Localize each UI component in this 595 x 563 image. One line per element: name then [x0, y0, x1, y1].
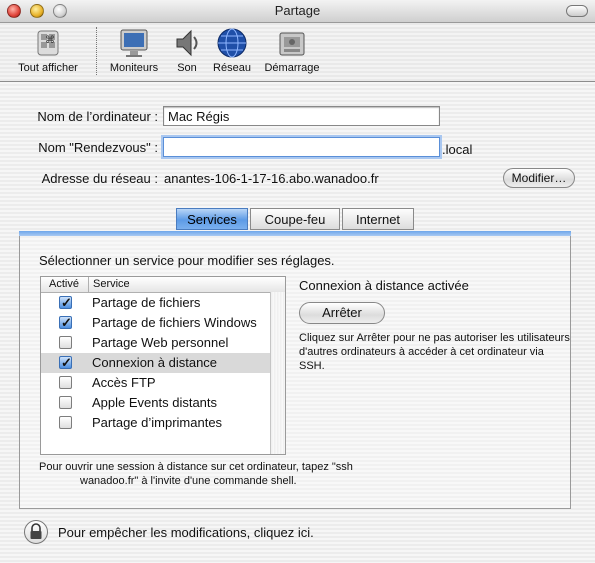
ssh-instructions-line1: Pour ouvrir une session à distance sur c…	[39, 461, 353, 473]
table-row[interactable]: Apple Events distants	[41, 393, 270, 413]
toolbar-toggle-button[interactable]	[566, 5, 588, 17]
service-name: Partage d’imprimantes	[92, 415, 223, 430]
window-title: Partage	[274, 3, 321, 18]
network-globe-icon	[216, 27, 248, 59]
toolbar: ⌘ Tout afficher Moniteurs Son Réseau Dém…	[0, 23, 595, 82]
toolbar-label: Tout afficher	[18, 62, 78, 74]
column-divider	[88, 277, 89, 292]
modify-button[interactable]: Modifier…	[503, 168, 575, 188]
toolbar-monitors[interactable]: Moniteurs	[104, 23, 164, 74]
service-status: Connexion à distance activée	[299, 278, 469, 293]
table-row[interactable]: Partage de fichiers	[41, 293, 270, 313]
table-scrollbar[interactable]	[270, 292, 285, 454]
service-checkbox[interactable]	[59, 336, 72, 349]
tab-firewall[interactable]: Coupe-feu	[250, 208, 340, 230]
speaker-icon	[171, 27, 203, 59]
toolbar-label: Démarrage	[264, 62, 320, 74]
service-name: Connexion à distance	[92, 355, 218, 370]
network-address-label: Adresse du réseau :	[41, 171, 158, 186]
service-checkbox[interactable]	[59, 376, 72, 389]
network-address-value: anantes-106-1-17-16.abo.wanadoo.fr	[164, 171, 379, 186]
rendezvous-suffix: .local	[442, 142, 473, 157]
service-checkbox[interactable]	[59, 293, 72, 313]
service-checkbox[interactable]	[59, 416, 72, 429]
ssh-instructions-line2: wanadoo.fr" à l'invite d'une commande sh…	[80, 475, 297, 487]
lock-icon	[30, 523, 42, 539]
panel-top-edge	[19, 231, 571, 236]
table-row[interactable]: Partage Web personnel	[41, 333, 270, 353]
column-service[interactable]: Service	[93, 278, 130, 290]
table-row[interactable]: Partage de fichiers Windows	[41, 313, 270, 333]
toolbar-separator	[96, 27, 97, 75]
stop-button[interactable]: Arrêter	[299, 302, 385, 324]
rendezvous-name-field[interactable]	[163, 137, 440, 157]
toolbar-show-all[interactable]: ⌘ Tout afficher	[8, 23, 88, 74]
monitor-icon	[118, 27, 150, 59]
table-row[interactable]: Partage d’imprimantes	[41, 413, 270, 433]
service-name: Apple Events distants	[92, 395, 218, 410]
svg-text:⌘: ⌘	[45, 35, 55, 46]
toolbar-network[interactable]: Réseau	[210, 23, 254, 74]
table-header: Activé Service	[41, 277, 285, 293]
toolbar-startup[interactable]: Démarrage	[260, 23, 324, 74]
toolbar-label: Réseau	[213, 62, 251, 74]
services-instruction: Sélectionner un service pour modifier se…	[39, 253, 335, 268]
service-description: Cliquez sur Arrêter pour ne pas autorise…	[299, 332, 570, 372]
service-checkbox[interactable]	[59, 396, 72, 409]
toolbar-label: Son	[177, 62, 197, 74]
toolbar-sound[interactable]: Son	[170, 23, 204, 74]
computer-name-field[interactable]: Mac Régis	[163, 106, 440, 126]
tab-services[interactable]: Services	[176, 208, 248, 230]
rendezvous-label: Nom "Rendezvous" :	[38, 140, 158, 155]
startup-disk-icon	[276, 27, 308, 59]
service-name: Partage Web personnel	[92, 335, 229, 350]
service-checkbox[interactable]	[59, 353, 72, 373]
service-name: Partage de fichiers Windows	[92, 315, 257, 330]
service-checkbox[interactable]	[59, 313, 72, 333]
lock-button[interactable]	[24, 520, 48, 544]
service-name: Partage de fichiers	[92, 295, 201, 310]
tab-internet[interactable]: Internet	[342, 208, 414, 230]
lock-text: Pour empêcher les modifications, cliquez…	[58, 525, 314, 540]
service-name: Accès FTP	[92, 375, 156, 390]
table-row[interactable]: Connexion à distance	[41, 353, 270, 373]
toolbar-label: Moniteurs	[109, 62, 159, 74]
table-row[interactable]: Accès FTP	[41, 373, 270, 393]
show-all-icon: ⌘	[32, 27, 64, 59]
computer-name-label: Nom de l’ordinateur :	[37, 109, 158, 124]
services-table: Activé Service Partage de fichiers Parta…	[40, 276, 286, 455]
column-active[interactable]: Activé	[49, 278, 79, 290]
